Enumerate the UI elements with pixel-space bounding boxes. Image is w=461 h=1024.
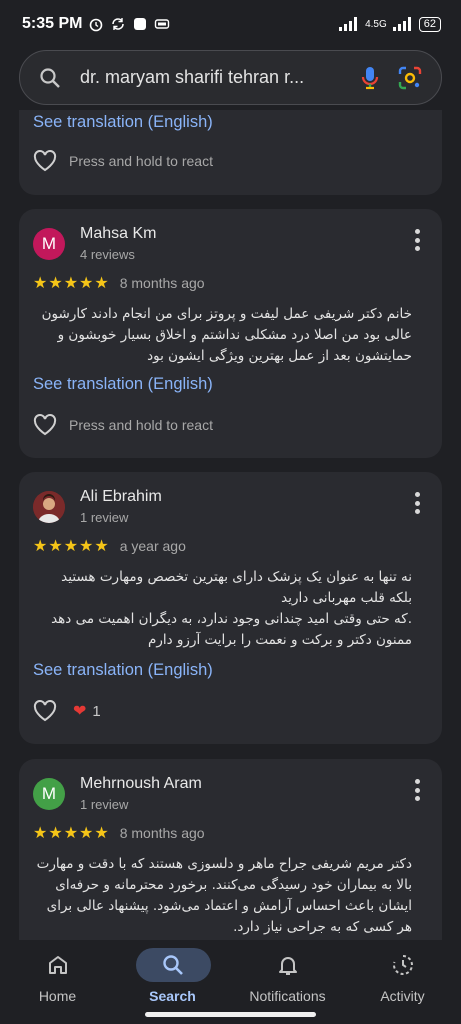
home-indicator[interactable] [145, 1012, 316, 1017]
reaction-count: 1 [92, 702, 101, 720]
nav-label: Home [38, 988, 77, 1004]
reviewer-review-count: 4 reviews [80, 247, 135, 262]
more-options-icon[interactable] [414, 492, 420, 514]
heart-outline-icon[interactable] [33, 414, 57, 436]
see-translation-link[interactable]: See translation (English) [33, 113, 213, 132]
activity-icon [393, 955, 413, 975]
search-query[interactable]: dr. maryam sharifi tehran r... [80, 67, 343, 88]
nav-label: Notifications [249, 988, 326, 1004]
see-translation-link[interactable]: See translation (English) [33, 661, 213, 680]
search-bar[interactable]: dr. maryam sharifi tehran r... [19, 50, 442, 105]
more-options-icon[interactable] [414, 229, 420, 251]
signal-icon-2 [392, 17, 411, 31]
avatar[interactable]: M [33, 777, 65, 810]
search-icon [163, 955, 183, 975]
reviewer-name[interactable]: Mehrnoush Aram [80, 775, 202, 793]
star-rating: ★★★★★ [33, 538, 110, 555]
heart-reaction-icon[interactable]: ❤ [73, 701, 86, 721]
battery-indicator: 62 [418, 16, 441, 32]
avatar-photo[interactable] [33, 490, 65, 523]
status-bar: 5:35 PM 4.5G 62 [0, 0, 461, 48]
review-date: a year ago [119, 538, 186, 554]
nav-label: Activity [380, 988, 425, 1004]
bell-icon [279, 957, 297, 975]
review-text: خانم دکتر شریفی عمل لیفت و پروتز برای من… [41, 306, 412, 364]
alarm-icon [90, 18, 103, 32]
star-rating: ★★★★★ [33, 275, 110, 292]
review-card: M Mahsa Km 4 reviews ★★★★★ 8 months ago … [19, 209, 442, 458]
mic-icon[interactable] [357, 65, 383, 91]
heart-outline-icon[interactable] [33, 700, 57, 722]
network-type: 4.5G [365, 18, 387, 30]
reviewer-header[interactable]: Ali Ebrahim 1 review [33, 488, 162, 525]
lens-icon[interactable] [397, 65, 423, 91]
app-notification-icon [134, 18, 147, 30]
star-rating: ★★★★★ [33, 825, 110, 842]
sync-icon [112, 18, 125, 30]
react-hint: Press and hold to react [69, 153, 213, 169]
heart-outline-icon[interactable] [33, 150, 57, 172]
signal-icon [339, 17, 358, 31]
reviewer-review-count: 1 review [80, 797, 129, 812]
home-icon [49, 956, 67, 974]
react-hint: Press and hold to react [69, 417, 213, 433]
reviewer-header[interactable]: M Mahsa Km 4 reviews [33, 225, 156, 262]
react-row[interactable]: Press and hold to react [33, 150, 213, 172]
reviewer-name[interactable]: Mahsa Km [80, 225, 156, 243]
review-text-line: .که حتی وقتی امید چندانی وجود ندارد، به … [51, 611, 412, 627]
review-text-line: ممنون دکتر و برکت و نعمت را برایت آرزو د… [147, 632, 412, 648]
nav-activity[interactable]: Activity [345, 940, 460, 1024]
nav-label: Search [149, 988, 196, 1004]
reviewer-header[interactable]: M Mehrnoush Aram 1 review [33, 775, 202, 812]
sim-icon [155, 19, 170, 29]
review-date: 8 months ago [119, 275, 205, 291]
review-text-line: نه تنها به عنوان یک پزشک دارای بهترین تخ… [61, 569, 412, 585]
review-card: Ali Ebrahim 1 review ★★★★★ a year ago نه… [19, 472, 442, 744]
search-icon [40, 67, 60, 88]
review-card-partial: See translation (English) Press and hold… [19, 110, 442, 195]
status-time: 5:35 PM [22, 15, 83, 32]
more-options-icon[interactable] [414, 779, 420, 801]
review-date: 8 months ago [119, 825, 205, 841]
avatar[interactable]: M [33, 227, 65, 260]
react-row[interactable]: ❤ 1 [33, 700, 101, 722]
review-text-line: بلکه قلب مهربانی دارید [281, 590, 412, 606]
nav-home[interactable]: Home [0, 940, 115, 1024]
review-card: M Mehrnoush Aram 1 review ★★★★★ 8 months… [19, 759, 442, 959]
reviewer-name[interactable]: Ali Ebrahim [80, 488, 162, 506]
review-text: دکتر مریم شریفی جراح ماهر و دلسوزی هستند… [36, 856, 412, 935]
react-row[interactable]: Press and hold to react [33, 414, 213, 436]
reviewer-review-count: 1 review [80, 510, 129, 525]
review-text: نه تنها به عنوان یک پزشک دارای بهترین تخ… [33, 567, 412, 651]
see-translation-link[interactable]: See translation (English) [33, 375, 213, 394]
